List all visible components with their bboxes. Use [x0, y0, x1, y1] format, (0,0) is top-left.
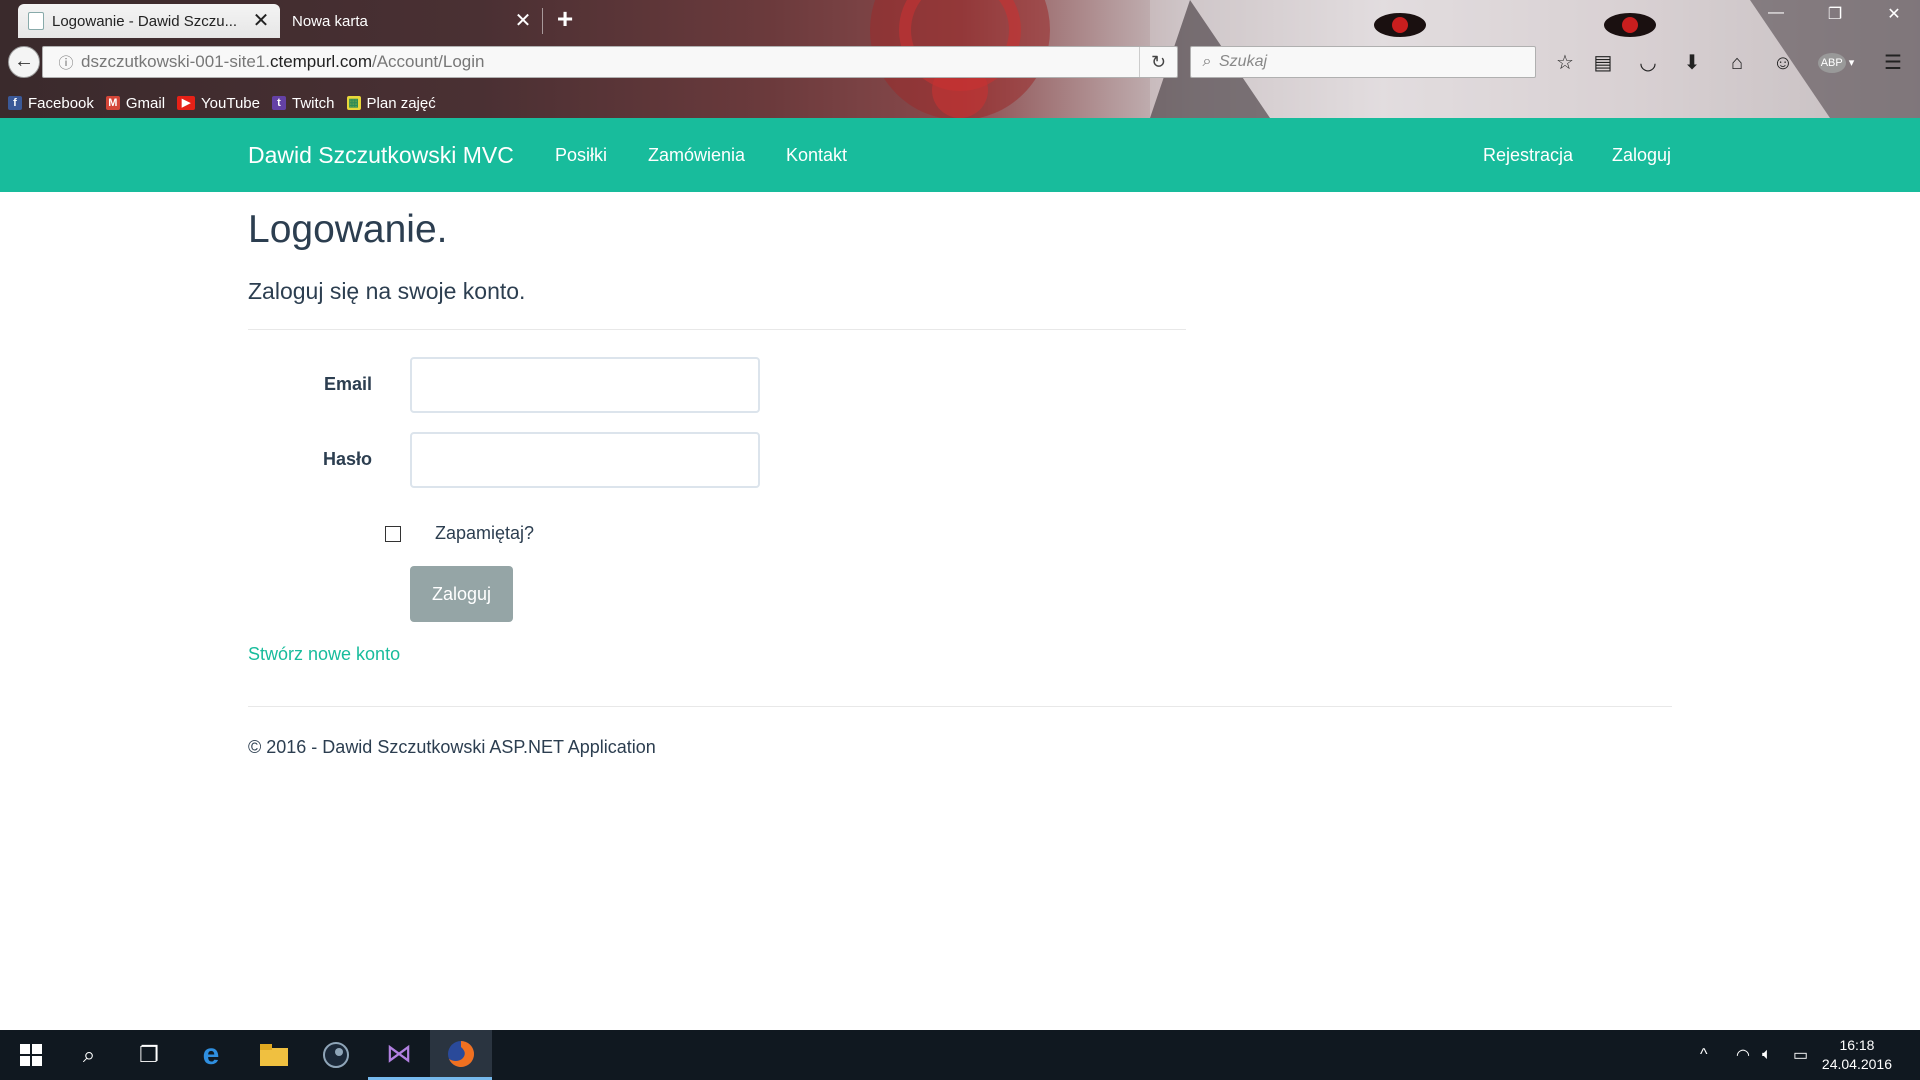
task-view-icon[interactable]: ❐	[118, 1030, 180, 1080]
info-icon[interactable]: ⓘ	[51, 52, 81, 73]
close-window-button[interactable]: ✕	[1874, 4, 1914, 30]
action-center-icon[interactable]: ▭	[1793, 1030, 1808, 1080]
bookmarks-toolbar: f Facebook M Gmail ▶ YouTube t Twitch ▦ …	[0, 92, 440, 114]
email-field[interactable]	[410, 357, 760, 413]
nav-link-kontakt[interactable]: Kontakt	[786, 145, 847, 166]
edge-icon[interactable]: e	[180, 1030, 242, 1080]
close-icon[interactable]: ✕	[514, 11, 532, 31]
windows-start-icon[interactable]	[0, 1030, 62, 1080]
nav-link-posilki[interactable]: Posiłki	[555, 145, 607, 166]
password-label: Hasło	[322, 449, 372, 469]
clock-time: 16:18	[1839, 1037, 1875, 1053]
tab-bar: Logowanie - Dawid Szczu... ✕ Nowa karta …	[0, 0, 1920, 40]
tray-chevron-icon[interactable]: ^	[1700, 1030, 1708, 1080]
clock-date: 24.04.2016	[1821, 1056, 1892, 1072]
adblock-icon[interactable]: ABP ▾	[1812, 48, 1860, 78]
system-clock[interactable]: 16:18 24.04.2016	[1822, 1036, 1892, 1074]
login-button[interactable]: Zaloguj	[410, 566, 513, 622]
password-field[interactable]	[410, 432, 760, 488]
footer-divider	[248, 706, 1672, 707]
email-label: Email	[323, 374, 372, 394]
close-icon[interactable]: ✕	[252, 11, 270, 31]
site-brand[interactable]: Dawid Szczutkowski MVC	[248, 142, 514, 169]
twitch-icon: t	[272, 96, 286, 110]
volume-icon[interactable]: 🔈︎	[1762, 1030, 1772, 1080]
bookmark-youtube[interactable]: ▶ YouTube	[177, 95, 260, 112]
tab-title: Nowa karta	[292, 12, 368, 30]
browser-chrome: Logowanie - Dawid Szczu... ✕ Nowa karta …	[0, 0, 1920, 118]
facebook-icon: f	[8, 96, 22, 110]
download-icon[interactable]: ⬇	[1677, 48, 1707, 78]
bookmark-plan-zajec[interactable]: ▦ Plan zajęć	[346, 95, 436, 112]
steam-icon[interactable]	[305, 1030, 367, 1080]
url-bar[interactable]: ⓘ dszczutkowski-001-site1.ctempurl.com/A…	[42, 46, 1178, 78]
tab-login[interactable]: Logowanie - Dawid Szczu... ✕	[18, 4, 280, 38]
page-icon	[28, 12, 44, 30]
youtube-icon: ▶	[177, 96, 196, 110]
reading-list-icon[interactable]: ▤	[1588, 48, 1618, 78]
bookmark-twitch[interactable]: t Twitch	[272, 95, 335, 112]
nav-link-zaloguj[interactable]: Zaloguj	[1612, 145, 1671, 166]
tab-title: Logowanie - Dawid Szczu...	[52, 12, 238, 30]
tab-divider	[542, 8, 543, 34]
nav-link-rejestracja[interactable]: Rejestracja	[1483, 145, 1573, 166]
search-icon: ⌕	[1202, 53, 1212, 70]
remember-label[interactable]: Zapamiętaj?	[435, 523, 534, 544]
divider	[248, 329, 1186, 330]
visual-studio-icon[interactable]: ⋈	[368, 1030, 430, 1080]
new-tab-button[interactable]: +	[552, 5, 578, 34]
register-link[interactable]: Stwórz nowe konto	[248, 644, 400, 665]
home-icon[interactable]: ⌂	[1722, 48, 1752, 78]
url-text: dszczutkowski-001-site1.ctempurl.com/Acc…	[81, 52, 485, 71]
tab-new[interactable]: Nowa karta ✕	[282, 4, 542, 38]
bookmark-star-icon[interactable]: ☆	[1550, 48, 1580, 78]
pocket-icon[interactable]: ◡	[1633, 48, 1663, 78]
minimize-button[interactable]: —	[1756, 4, 1796, 30]
restore-button[interactable]: ❐	[1815, 4, 1855, 30]
search-placeholder: Szukaj	[1219, 53, 1268, 70]
site-navbar: Dawid Szczutkowski MVC Posiłki Zamówieni…	[0, 118, 1920, 192]
footer-text: © 2016 - Dawid Szczutkowski ASP.NET Appl…	[248, 737, 656, 757]
gmail-icon: M	[105, 96, 120, 110]
taskbar: ⌕ ❐ e ⋈ ^ ◠ 🔈︎ ▭ 16:18 24.04.2016	[0, 1030, 1920, 1080]
search-icon[interactable]: ⌕	[58, 1030, 120, 1080]
page-title: Logowanie.	[248, 208, 448, 251]
bookmark-gmail[interactable]: M Gmail	[105, 95, 165, 112]
bookmark-facebook[interactable]: f Facebook	[8, 95, 94, 112]
nav-link-zamowienia[interactable]: Zamówienia	[648, 145, 745, 166]
wifi-icon[interactable]: ◠	[1736, 1030, 1750, 1080]
smiley-icon[interactable]: ☺	[1768, 48, 1798, 78]
calendar-icon: ▦	[346, 96, 361, 110]
browser-toolbar: ← ⓘ dszczutkowski-001-site1.ctempurl.com…	[0, 42, 1920, 82]
remember-checkbox[interactable]	[385, 526, 401, 542]
menu-icon[interactable]: ☰	[1878, 48, 1908, 78]
file-explorer-icon[interactable]	[243, 1030, 305, 1080]
page-subtitle: Zaloguj się na swoje konto.	[248, 278, 526, 304]
search-input[interactable]: ⌕ Szukaj	[1190, 46, 1536, 78]
back-button[interactable]: ←	[8, 46, 40, 78]
firefox-icon[interactable]	[430, 1030, 492, 1080]
reload-icon[interactable]: ↻	[1139, 47, 1177, 77]
